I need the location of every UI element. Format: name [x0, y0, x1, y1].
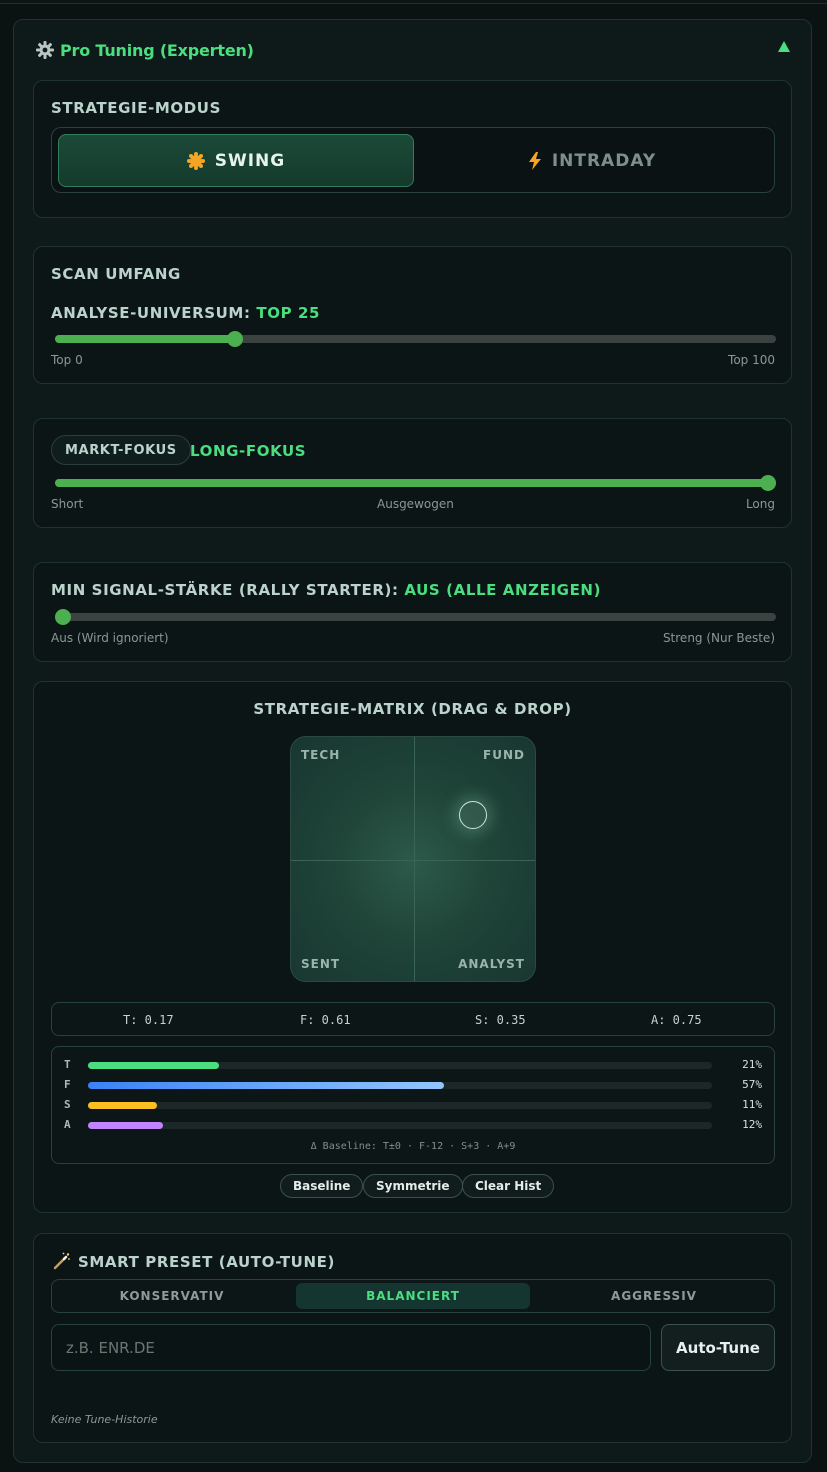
market-focus-long-label: Long [745, 497, 775, 511]
universe-caption: ANALYSE-UNIVERSUM: [51, 304, 251, 322]
signal-strength-min-label: Aus (Wird ignoriert) [51, 631, 169, 645]
bar-track-s [88, 1102, 712, 1109]
sun-icon [186, 151, 205, 170]
universe-slider-fill [55, 335, 235, 343]
bar-key-f: F [64, 1078, 71, 1091]
market-focus-balanced-label: Ausgewogen [377, 497, 454, 511]
bar-row-a: A 12% [52, 1118, 774, 1132]
magic-wand-icon [53, 1252, 70, 1270]
ticker-input[interactable] [51, 1324, 651, 1371]
matrix-drag-handle[interactable] [459, 801, 487, 829]
symmetry-button[interactable]: Symmetrie [363, 1174, 463, 1198]
bar-track-a [88, 1122, 712, 1129]
preset-tab-conservative[interactable]: KONSERVATIV [55, 1283, 289, 1309]
universe-label: ANALYSE-UNIVERSUM: TOP 25 [51, 304, 320, 322]
bar-track-t [88, 1062, 712, 1069]
gear-icon [36, 41, 54, 59]
swing-mode-label: SWING [214, 150, 286, 171]
signal-strength-label: MIN SIGNAL-STÄRKE (RALLY STARTER): AUS (… [51, 581, 601, 599]
intraday-mode-label: INTRADAY [551, 150, 657, 171]
bar-fill-a [88, 1122, 163, 1129]
bar-key-s: S [64, 1098, 71, 1111]
tune-history-text: Keine Tune-Historie [51, 1413, 158, 1426]
weight-a: A: 0.75 [651, 1013, 702, 1027]
preset-tab-aggressive[interactable]: AGGRESSIV [537, 1283, 771, 1309]
market-focus-value: LONG-FOKUS [190, 442, 307, 460]
weight-s: S: 0.35 [475, 1013, 526, 1027]
signal-strength-slider[interactable] [55, 609, 776, 625]
matrix-corner-fund: FUND [483, 748, 525, 762]
universe-slider[interactable] [55, 331, 776, 347]
bar-fill-t [88, 1062, 220, 1069]
matrix-corner-analyst: ANALYST [458, 957, 525, 971]
strategy-mode-card: STRATEGIE-MODUS SWING INTRADAY [33, 80, 792, 218]
baseline-delta-note: Δ Baseline: T±0 · F-12 · S+3 · A+9 [310, 1141, 516, 1152]
matrix-vertical-divider [414, 737, 415, 981]
matrix-corner-sent: SENT [301, 957, 341, 971]
top-edge [0, 0, 827, 4]
strategy-mode-toggle: SWING INTRADAY [51, 127, 775, 193]
bar-pct-s: 11% [742, 1098, 762, 1111]
universe-slider-thumb[interactable] [227, 331, 243, 347]
market-focus-slider-fill [55, 479, 776, 487]
lightning-icon [528, 151, 541, 170]
signal-strength-slider-thumb[interactable] [55, 609, 71, 625]
baseline-button[interactable]: Baseline [280, 1174, 364, 1198]
signal-strength-card: MIN SIGNAL-STÄRKE (RALLY STARTER): AUS (… [33, 562, 792, 662]
strategy-matrix-pad[interactable]: TECH FUND SENT ANALYST [290, 736, 536, 982]
universe-min-label: Top 0 [51, 353, 83, 367]
clear-history-button[interactable]: Clear Hist [462, 1174, 555, 1198]
weight-bars: T 21% F 57% S 11% A 12% Δ Baseline: T±0 … [51, 1046, 775, 1164]
market-focus-slider[interactable] [55, 475, 776, 491]
signal-strength-max-label: Streng (Nur Beste) [662, 631, 775, 645]
smart-preset-title: SMART PRESET (AUTO-TUNE) [78, 1253, 335, 1271]
bar-pct-a: 12% [742, 1118, 762, 1131]
bar-fill-f [88, 1082, 444, 1089]
bar-row-f: F 57% [52, 1078, 774, 1092]
strategy-matrix-card: STRATEGIE-MATRIX (DRAG & DROP) TECH FUND… [33, 681, 792, 1213]
matrix-corner-tech: TECH [301, 748, 341, 762]
bar-pct-t: 21% [742, 1058, 762, 1071]
universe-value: TOP 25 [256, 304, 321, 322]
collapse-arrow-icon[interactable] [777, 40, 791, 54]
swing-mode-button[interactable]: SWING [58, 134, 414, 187]
scan-scope-label: SCAN UMFANG [51, 265, 181, 283]
auto-tune-button[interactable]: Auto-Tune [661, 1324, 775, 1371]
market-focus-slider-thumb[interactable] [760, 475, 776, 491]
strategy-matrix-title: STRATEGIE-MATRIX (DRAG & DROP) [253, 700, 572, 718]
strategy-mode-label: STRATEGIE-MODUS [51, 99, 221, 117]
preset-tab-balanced[interactable]: BALANCIERT [296, 1283, 530, 1309]
market-focus-short-label: Short [51, 497, 84, 511]
bar-row-s: S 11% [52, 1098, 774, 1112]
bar-track-f [88, 1082, 712, 1089]
matrix-horizontal-divider [291, 860, 535, 861]
panel-header[interactable]: Pro Tuning (Experten) [14, 20, 811, 80]
bar-key-a: A [64, 1118, 71, 1131]
panel-title: Pro Tuning (Experten) [60, 41, 254, 60]
weights-readout: T: 0.17 F: 0.61 S: 0.35 A: 0.75 [51, 1002, 775, 1036]
scan-scope-card: SCAN UMFANG ANALYSE-UNIVERSUM: TOP 25 To… [33, 246, 792, 384]
intraday-mode-button[interactable]: INTRADAY [414, 134, 770, 187]
bar-fill-s [88, 1102, 157, 1109]
smart-preset-card: SMART PRESET (AUTO-TUNE) KONSERVATIV BAL… [33, 1233, 792, 1443]
preset-tabs: KONSERVATIV BALANCIERT AGGRESSIV [51, 1279, 775, 1313]
bar-row-t: T 21% [52, 1058, 774, 1072]
bar-pct-f: 57% [742, 1078, 762, 1091]
signal-strength-caption: MIN SIGNAL-STÄRKE (RALLY STARTER): [51, 581, 399, 599]
pro-tuning-panel: Pro Tuning (Experten) STRATEGIE-MODUS SW… [13, 19, 812, 1463]
universe-max-label: Top 100 [728, 353, 775, 367]
market-focus-pill: MARKT-FOKUS [51, 435, 191, 465]
weight-f: F: 0.61 [300, 1013, 351, 1027]
bar-key-t: T [64, 1058, 71, 1071]
market-focus-card: MARKT-FOKUS LONG-FOKUS Short Ausgewogen … [33, 418, 792, 528]
signal-strength-value: AUS (ALLE ANZEIGEN) [404, 581, 602, 599]
weight-t: T: 0.17 [123, 1013, 174, 1027]
